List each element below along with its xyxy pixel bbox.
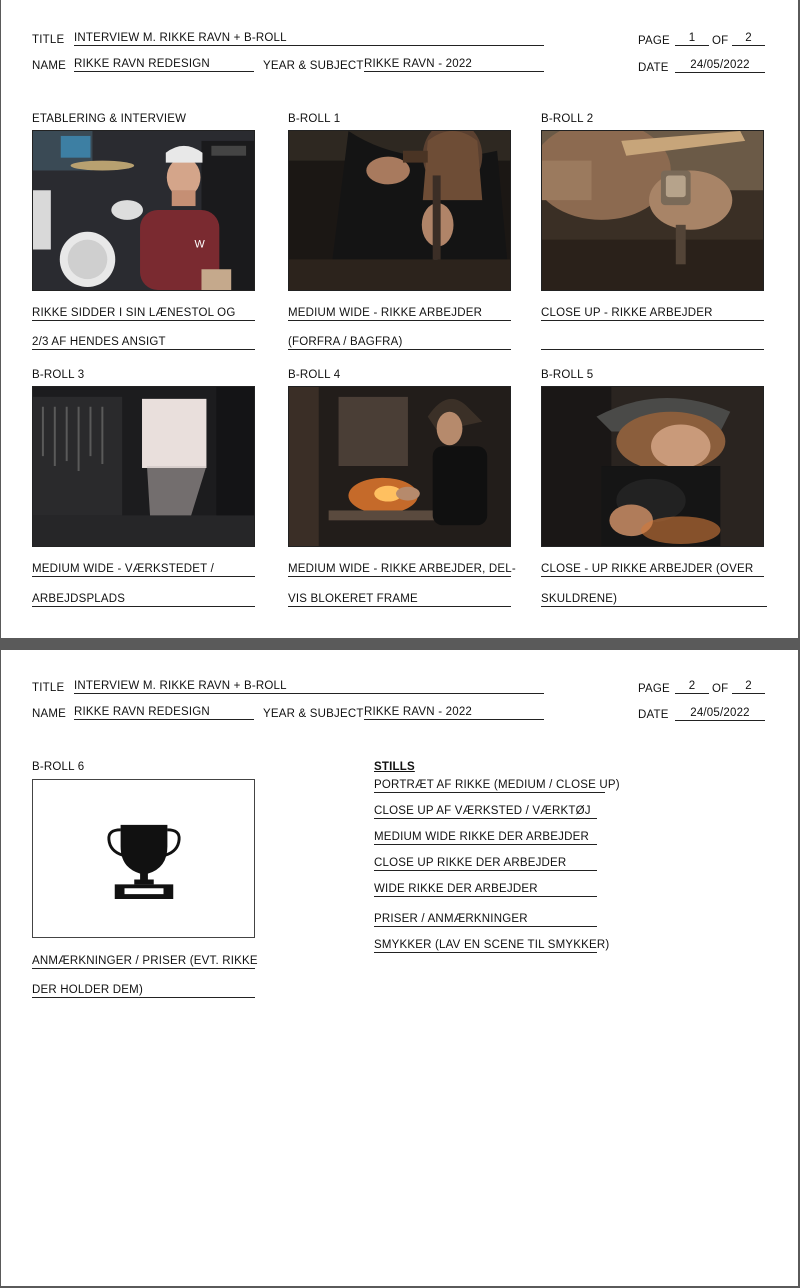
storyboard-page-2: TITLE INTERVIEW M. RIKKE RAVN + B-ROLL P… (1, 650, 798, 1286)
page-number-field: 2 (675, 680, 709, 694)
page-label: PAGE (638, 683, 670, 695)
date-label: DATE (638, 709, 669, 721)
stills-item: PRISER / ANMÆRKNINGER (374, 913, 597, 927)
storyboard-page-1: TITLE INTERVIEW M. RIKKE RAVN + B-ROLL P… (1, 0, 798, 638)
year-subject-label: YEAR & SUBJECT (263, 60, 364, 72)
date-field: 24/05/2022 (675, 59, 765, 73)
name-label: NAME (32, 60, 67, 72)
b-roll-5-photo (541, 386, 764, 547)
stills-item: PORTRÆT AF RIKKE (MEDIUM / CLOSE UP) (374, 779, 620, 793)
shot-label: B-ROLL 6 (32, 761, 85, 773)
name-field: RIKKE RAVN REDESIGN (74, 706, 254, 720)
shot-label: B-ROLL 1 (288, 113, 341, 125)
trophy-icon (107, 824, 181, 899)
shot-label: B-ROLL 4 (288, 369, 341, 381)
stills-item: WIDE RIKKE DER ARBEJDER (374, 883, 597, 897)
of-label: OF (712, 683, 729, 695)
shot-description-line: 2/3 AF HENDES ANSIGT (32, 336, 255, 350)
b-roll-3-photo (32, 386, 255, 547)
stills-item: CLOSE UP AF VÆRKSTED / VÆRKTØJ (374, 805, 597, 819)
shot-description-line: VIS BLOKERET FRAME (288, 593, 511, 607)
year-subject-field: RIKKE RAVN - 2022 (364, 58, 544, 72)
year-subject-label: YEAR & SUBJECT (263, 708, 364, 720)
shot-description-line: CLOSE - UP RIKKE ARBEJDER (OVER (541, 563, 764, 577)
shot-label: B-ROLL 5 (541, 369, 594, 381)
shot-description-line: DER HOLDER DEM) (32, 984, 255, 998)
date-label: DATE (638, 62, 669, 74)
shot-description-line: (FORFRA / BAGFRA) (288, 336, 511, 350)
b-roll-2-photo (541, 130, 764, 291)
year-subject-field: RIKKE RAVN - 2022 (364, 706, 544, 720)
title-label: TITLE (32, 682, 65, 694)
date-field: 24/05/2022 (675, 707, 765, 721)
shot-label: ETABLERING & INTERVIEW (32, 113, 187, 125)
shot-label: B-ROLL 3 (32, 369, 85, 381)
page-total-field: 2 (732, 680, 765, 694)
shot-label: B-ROLL 2 (541, 113, 594, 125)
page-number-field: 1 (675, 32, 709, 46)
stills-item: CLOSE UP RIKKE DER ARBEJDER (374, 857, 597, 871)
page-total-field: 2 (732, 32, 765, 46)
shot-description-line: ARBEJDSPLADS (32, 593, 255, 607)
svg-text:W: W (195, 239, 206, 251)
page-label: PAGE (638, 35, 670, 47)
shot-description-line: RIKKE SIDDER I SIN LÆNESTOL OG (32, 307, 255, 321)
b-roll-4-photo (288, 386, 511, 547)
shot-description-line: CLOSE UP - RIKKE ARBEJDER (541, 307, 764, 321)
shot-description-line: ANMÆRKNINGER / PRISER (EVT. RIKKE (32, 955, 258, 969)
shot-description-line (541, 336, 764, 350)
name-field: RIKKE RAVN REDESIGN (74, 58, 254, 72)
title-field: INTERVIEW M. RIKKE RAVN + B-ROLL (74, 32, 544, 46)
shot-description-line: MEDIUM WIDE - RIKKE ARBEJDER (288, 307, 511, 321)
shot-description-line: SKULDRENE) (541, 593, 767, 607)
stills-item: MEDIUM WIDE RIKKE DER ARBEJDER (374, 831, 597, 845)
stills-heading: STILLS (374, 761, 415, 773)
shot-description-line: MEDIUM WIDE - VÆRKSTEDET / (32, 563, 255, 577)
of-label: OF (712, 35, 729, 47)
b-roll-1-photo (288, 130, 511, 291)
stills-item: SMYKKER (LAV EN SCENE TIL SMYKKER) (374, 939, 610, 953)
interview-photo: W (32, 130, 255, 291)
name-label: NAME (32, 708, 67, 720)
shot-description-line: MEDIUM WIDE - RIKKE ARBEJDER, DEL- (288, 563, 516, 577)
title-field: INTERVIEW M. RIKKE RAVN + B-ROLL (74, 680, 544, 694)
b-roll-6-frame (32, 779, 255, 938)
title-label: TITLE (32, 34, 65, 46)
